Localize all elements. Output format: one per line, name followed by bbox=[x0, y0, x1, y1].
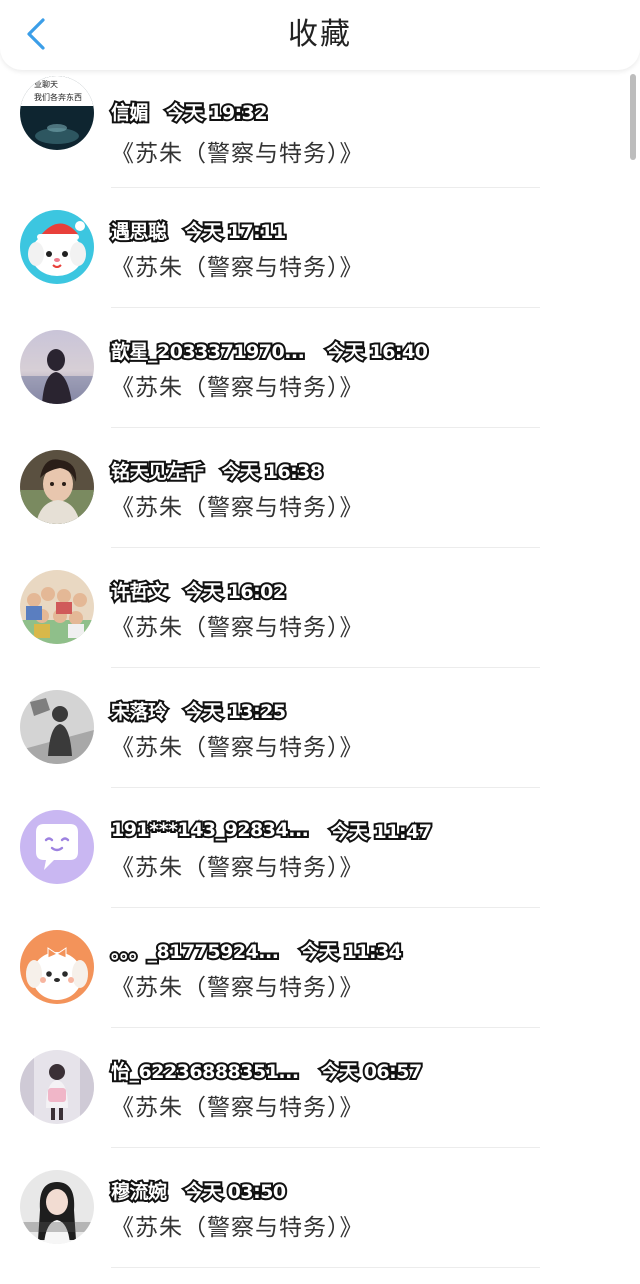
avatar-caption: 我们各奔东西 bbox=[34, 92, 82, 102]
message-text: 《苏朱（警察与特务）》 bbox=[111, 615, 364, 641]
user-name[interactable]: 191***143_92834... bbox=[109, 817, 311, 843]
avatar[interactable] bbox=[20, 810, 94, 884]
avatar[interactable] bbox=[20, 1170, 94, 1244]
list-item[interactable]: 。。。_81775924... 今天 11:34 《苏朱（警察与特务）》 bbox=[0, 908, 640, 1028]
message-text: 《苏朱（警察与特务）》 bbox=[111, 141, 364, 167]
item-header: 许哲文 今天 16:02 bbox=[109, 575, 289, 605]
user-name[interactable]: 信媚 bbox=[109, 98, 151, 126]
divider bbox=[111, 1267, 540, 1268]
list-item[interactable]: 业聊天 我们各奔东西 信媚 今天 19:32 《苏朱（警察与特务）》 bbox=[0, 70, 640, 188]
message-text: 《苏朱（警察与特务）》 bbox=[111, 255, 364, 281]
user-name[interactable]: 铭天见左千 bbox=[109, 457, 206, 485]
avatar[interactable] bbox=[20, 690, 94, 764]
item-header: 信媚 今天 19:32 bbox=[109, 96, 270, 126]
list-item[interactable]: 歆星_2033371970... 今天 16:40 《苏朱（警察与特务）》 bbox=[0, 308, 640, 428]
timestamp: 今天 13:25 bbox=[183, 699, 289, 725]
user-name[interactable]: 遇思聪 bbox=[109, 217, 169, 245]
timestamp: 今天 03:50 bbox=[183, 1179, 289, 1205]
list-item[interactable]: 铭天见左千 今天 16:38 《苏朱（警察与特务）》 bbox=[0, 428, 640, 548]
list-item[interactable]: 怡_62236888351... 今天 06:57 《苏朱（警察与特务）》 bbox=[0, 1028, 640, 1148]
timestamp: 今天 16:02 bbox=[183, 579, 289, 605]
list-item[interactable]: 许哲文 今天 16:02 《苏朱（警察与特务）》 bbox=[0, 548, 640, 668]
avatar[interactable]: 业聊天 我们各奔东西 bbox=[20, 76, 94, 150]
avatar[interactable] bbox=[20, 930, 94, 1004]
item-header: 宋落玲 今天 13:25 bbox=[109, 695, 289, 725]
timestamp: 今天 19:32 bbox=[164, 100, 270, 126]
top-bar: 收藏 bbox=[0, 0, 640, 70]
avatar[interactable] bbox=[20, 450, 94, 524]
item-header: 遇思聪 今天 17:11 bbox=[109, 215, 289, 245]
avatar[interactable] bbox=[20, 1050, 94, 1124]
timestamp: 今天 11:34 bbox=[298, 939, 404, 965]
message-text: 《苏朱（警察与特务）》 bbox=[111, 375, 364, 401]
avatar[interactable] bbox=[20, 570, 94, 644]
user-name[interactable]: 。。。_81775924... bbox=[109, 937, 281, 965]
message-text: 《苏朱（警察与特务）》 bbox=[111, 1215, 364, 1241]
list-item[interactable]: 191***143_92834... 今天 11:47 《苏朱（警察与特务）》 bbox=[0, 788, 640, 908]
avatar[interactable] bbox=[20, 330, 94, 404]
favorites-list[interactable]: 业聊天 我们各奔东西 信媚 今天 19:32 《苏朱（警察与特务）》 遇思聪 今… bbox=[0, 70, 640, 1284]
list-item[interactable]: 遇思聪 今天 17:11 《苏朱（警察与特务）》 bbox=[0, 188, 640, 308]
timestamp: 今天 06:57 bbox=[319, 1059, 425, 1085]
list-item[interactable]: 宋落玲 今天 13:25 《苏朱（警察与特务）》 bbox=[0, 668, 640, 788]
message-text: 《苏朱（警察与特务）》 bbox=[111, 855, 364, 881]
avatar-caption: 业聊天 bbox=[34, 79, 58, 89]
user-name[interactable]: 宋落玲 bbox=[109, 697, 169, 725]
item-header: 怡_62236888351... 今天 06:57 bbox=[109, 1055, 425, 1085]
user-name[interactable]: 怡_62236888351... bbox=[109, 1057, 301, 1085]
page-title: 收藏 bbox=[288, 17, 352, 52]
user-name[interactable]: 穆流婉 bbox=[109, 1177, 169, 1205]
item-header: 铭天见左千 今天 16:38 bbox=[109, 455, 326, 485]
avatar[interactable] bbox=[20, 210, 94, 284]
item-header: 穆流婉 今天 03:50 bbox=[109, 1175, 289, 1205]
item-header: 191***143_92834... 今天 11:47 bbox=[109, 815, 434, 845]
timestamp: 今天 17:11 bbox=[183, 219, 289, 245]
item-header: 歆星_2033371970... 今天 16:40 bbox=[109, 335, 430, 365]
timestamp: 今天 16:38 bbox=[220, 459, 326, 485]
message-text: 《苏朱（警察与特务）》 bbox=[111, 495, 364, 521]
timestamp: 今天 16:40 bbox=[324, 339, 430, 365]
favorites-page: 收藏 业聊天 我们各奔东西 信媚 今天 19:32 《苏朱（警察与特务）》 遇思… bbox=[0, 0, 640, 1284]
message-text: 《苏朱（警察与特务）》 bbox=[111, 975, 364, 1001]
user-name[interactable]: 歆星_2033371970... bbox=[109, 337, 307, 365]
list-item[interactable]: 穆流婉 今天 03:50 《苏朱（警察与特务）》 bbox=[0, 1148, 640, 1268]
timestamp: 今天 11:47 bbox=[328, 819, 434, 845]
message-text: 《苏朱（警察与特务）》 bbox=[111, 735, 364, 761]
item-header: 。。。_81775924... 今天 11:34 bbox=[109, 935, 404, 965]
scrollbar[interactable] bbox=[630, 74, 636, 160]
message-text: 《苏朱（警察与特务）》 bbox=[111, 1095, 364, 1121]
user-name[interactable]: 许哲文 bbox=[109, 577, 169, 605]
